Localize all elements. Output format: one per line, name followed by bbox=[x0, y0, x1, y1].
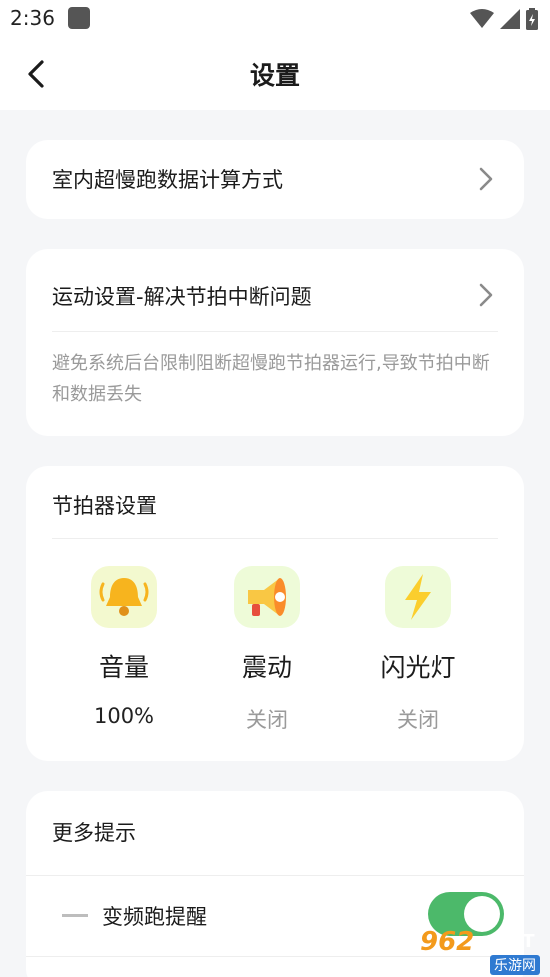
metronome-settings-title: 节拍器设置 bbox=[52, 494, 157, 518]
vibration-value: 关闭 bbox=[246, 708, 288, 732]
chevron-right-icon bbox=[479, 167, 493, 191]
vibration-label: 震动 bbox=[241, 653, 292, 682]
divider bbox=[52, 331, 498, 332]
flashlight-value: 关闭 bbox=[397, 708, 439, 732]
indoor-calc-method-label: 室内超慢跑数据计算方式 bbox=[52, 168, 283, 192]
signal-icon bbox=[500, 9, 520, 29]
chevron-right-icon bbox=[479, 283, 493, 307]
vibration-tile[interactable]: 震动 关闭 bbox=[197, 566, 337, 734]
variable-run-reminder-label: 变频跑提醒 bbox=[102, 905, 207, 929]
notification-icon bbox=[68, 7, 90, 29]
indoor-calc-method-item[interactable]: 室内超慢跑数据计算方式 bbox=[26, 140, 524, 219]
divider bbox=[52, 538, 498, 539]
megaphone-icon bbox=[234, 566, 300, 628]
volume-value: 100% bbox=[93, 704, 155, 728]
lightning-icon bbox=[385, 566, 451, 628]
wifi-icon bbox=[470, 9, 494, 28]
sport-settings-label: 运动设置-解决节拍中断问题 bbox=[52, 285, 312, 309]
bell-icon bbox=[91, 566, 157, 628]
watermark-logo: 962 .NET 乐游网 bbox=[416, 925, 546, 975]
status-icons bbox=[470, 8, 538, 30]
battery-icon bbox=[526, 8, 538, 30]
status-time: 2:36 bbox=[10, 6, 55, 30]
flashlight-tile[interactable]: 闪光灯 关闭 bbox=[348, 566, 488, 734]
sport-settings-item[interactable]: 运动设置-解决节拍中断问题 bbox=[26, 249, 524, 331]
page-title: 设置 bbox=[249, 61, 300, 90]
volume-tile[interactable]: 音量 100% bbox=[54, 566, 194, 728]
sport-settings-card: 运动设置-解决节拍中断问题 避免系统后台限制阻断超慢跑节拍器运行,导致节拍中断和… bbox=[26, 249, 524, 436]
watermark-number: 962 bbox=[420, 927, 475, 957]
metronome-settings-card: 节拍器设置 音量 100% 震动 关闭 闪光灯 关闭 bbox=[26, 466, 524, 761]
flashlight-label: 闪光灯 bbox=[380, 653, 456, 682]
sport-settings-description: 避免系统后台限制阻断超慢跑节拍器运行,导致节拍中断和数据丢失 bbox=[52, 353, 490, 405]
dash-icon bbox=[62, 914, 88, 917]
status-bar: 2:36 bbox=[0, 0, 550, 36]
watermark-net: .NET bbox=[488, 931, 535, 952]
watermark-cn: 乐游网 bbox=[490, 955, 540, 975]
more-tips-title: 更多提示 bbox=[52, 821, 136, 845]
volume-label: 音量 bbox=[98, 653, 149, 682]
nav-bar: 设置 bbox=[0, 36, 550, 110]
